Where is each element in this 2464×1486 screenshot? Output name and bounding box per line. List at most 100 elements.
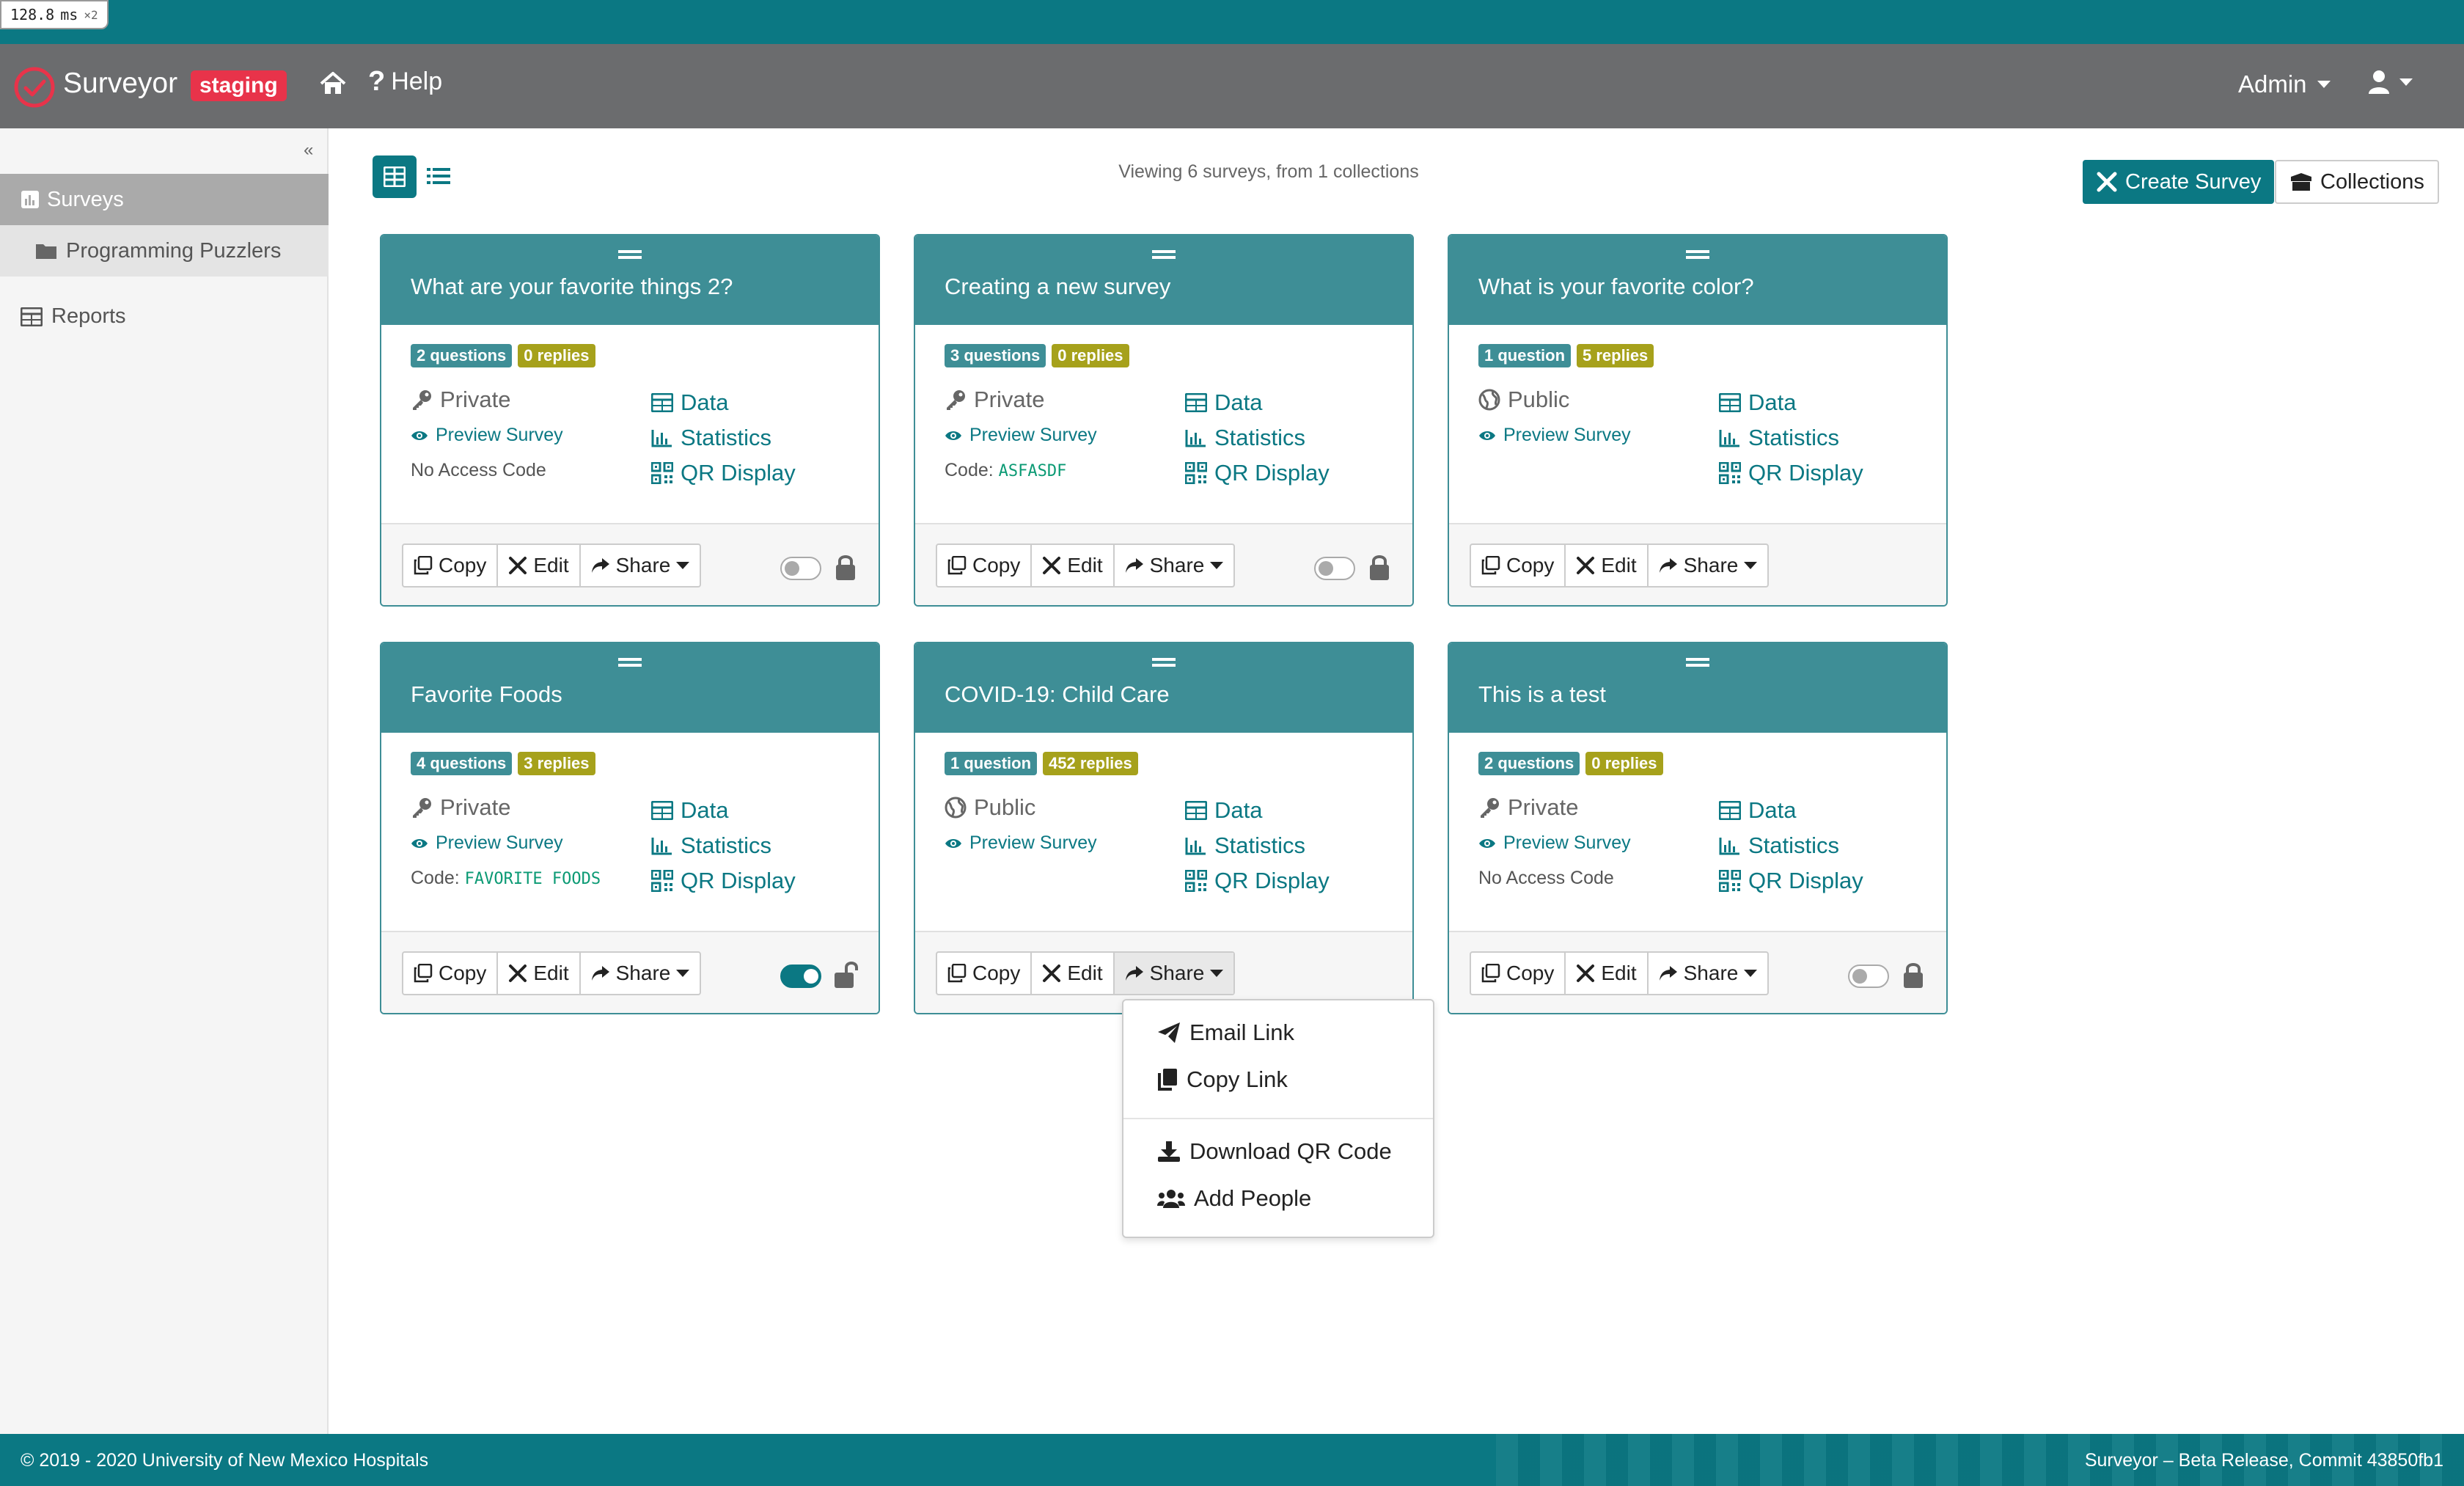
copy-link-item[interactable]: Copy Link <box>1157 1066 1288 1093</box>
card-header[interactable]: Creating a new survey <box>915 235 1412 325</box>
privacy-label: Private <box>440 387 511 412</box>
card-title: COVID-19: Child Care <box>945 681 1170 707</box>
edit-button[interactable]: Edit <box>498 953 581 994</box>
add-people-item[interactable]: Add People <box>1157 1185 1311 1212</box>
publish-toggle[interactable] <box>1314 557 1355 580</box>
sidebar-item-programming-puzzlers[interactable]: Programming Puzzlers <box>0 225 329 277</box>
globe-icon <box>1478 389 1500 411</box>
collections-label: Collections <box>2320 169 2424 194</box>
data-link[interactable]: Data <box>651 385 796 420</box>
share-button[interactable]: Share <box>1649 545 1768 586</box>
copy-button[interactable]: Copy <box>403 545 499 586</box>
table-icon <box>1719 801 1741 820</box>
data-link[interactable]: Data <box>1185 385 1330 420</box>
edit-label: Edit <box>533 962 569 984</box>
statistics-link[interactable]: Statistics <box>1719 420 1863 455</box>
sidebar-collapse-button[interactable]: « <box>304 140 313 161</box>
unlock-icon[interactable] <box>833 960 858 989</box>
preview-survey-link[interactable]: Preview Survey <box>945 425 1097 446</box>
help-icon: ? <box>368 66 386 97</box>
copy-button[interactable]: Copy <box>1471 545 1566 586</box>
card-badges: 3 questions 0 replies <box>945 344 1129 367</box>
drag-handle-icon[interactable] <box>1152 250 1176 259</box>
edit-button[interactable]: Edit <box>1032 953 1115 994</box>
lock-icon[interactable] <box>1367 552 1392 582</box>
brand-name[interactable]: Surveyor <box>63 67 177 100</box>
data-link[interactable]: Data <box>1719 793 1863 828</box>
lock-icon[interactable] <box>833 552 858 582</box>
edit-button[interactable]: Edit <box>1032 545 1115 586</box>
create-survey-button[interactable]: Create Survey <box>2083 160 2275 204</box>
collections-button[interactable]: Collections <box>2275 160 2439 204</box>
edit-button[interactable]: Edit <box>1566 545 1649 586</box>
help-link[interactable]: ? Help <box>368 66 442 98</box>
share-button[interactable]: Share <box>1115 545 1234 586</box>
table-icon <box>1185 801 1207 820</box>
card-header[interactable]: What is your favorite color? <box>1449 235 1946 325</box>
qr-display-link[interactable]: QR Display <box>1719 863 1863 898</box>
data-link[interactable]: Data <box>651 793 796 828</box>
access-code-value: FAVORITE FOODS <box>464 870 601 888</box>
statistics-link[interactable]: Statistics <box>651 828 796 863</box>
drag-handle-icon[interactable] <box>618 658 642 667</box>
statistics-link[interactable]: Statistics <box>651 420 796 455</box>
lock-icon[interactable] <box>1901 960 1926 989</box>
share-button[interactable]: Share <box>581 953 700 994</box>
preview-survey-link[interactable]: Preview Survey <box>411 425 563 446</box>
statistics-link[interactable]: Statistics <box>1185 828 1330 863</box>
list-view-button[interactable] <box>425 163 452 189</box>
card-header[interactable]: COVID-19: Child Care <box>915 643 1412 733</box>
preview-survey-link[interactable]: Preview Survey <box>945 832 1097 854</box>
drag-handle-icon[interactable] <box>618 250 642 259</box>
copy-label: Copy <box>439 962 487 984</box>
sidebar-item-reports[interactable]: Reports <box>21 304 126 329</box>
statistics-link[interactable]: Statistics <box>1185 420 1330 455</box>
copy-button[interactable]: Copy <box>403 953 499 994</box>
edit-button[interactable]: Edit <box>498 545 581 586</box>
edit-button[interactable]: Edit <box>1566 953 1649 994</box>
card-header[interactable]: Favorite Foods <box>381 643 879 733</box>
chevron-down-icon <box>2317 81 2331 88</box>
data-link[interactable]: Data <box>1719 385 1863 420</box>
check-circle-icon[interactable] <box>13 66 56 109</box>
share-icon <box>1659 966 1677 981</box>
privacy-label: Private <box>974 387 1045 412</box>
publish-toggle[interactable] <box>780 965 821 988</box>
survey-card: What are your favorite things 2? 2 quest… <box>380 234 880 607</box>
drag-handle-icon[interactable] <box>1686 250 1709 259</box>
share-icon <box>591 966 609 981</box>
copy-button[interactable]: Copy <box>937 953 1033 994</box>
qr-display-link[interactable]: QR Display <box>1185 455 1330 491</box>
statistics-link[interactable]: Statistics <box>1719 828 1863 863</box>
copy-button[interactable]: Copy <box>937 545 1033 586</box>
copy-button[interactable]: Copy <box>1471 953 1566 994</box>
card-links: Data Statistics QR Display <box>651 385 796 491</box>
email-link-item[interactable]: Email Link <box>1157 1020 1294 1046</box>
share-button[interactable]: Share <box>581 545 700 586</box>
qr-display-link[interactable]: QR Display <box>651 455 796 491</box>
share-button[interactable]: Share <box>1649 953 1768 994</box>
grid-view-button[interactable] <box>373 155 417 198</box>
sidebar-item-surveys[interactable]: Surveys <box>0 174 329 225</box>
qr-display-link[interactable]: QR Display <box>1719 455 1863 491</box>
admin-menu[interactable]: Admin <box>2238 70 2331 98</box>
qr-display-link[interactable]: QR Display <box>1185 863 1330 898</box>
preview-survey-link[interactable]: Preview Survey <box>411 832 563 854</box>
publish-toggle[interactable] <box>780 557 821 580</box>
drag-handle-icon[interactable] <box>1686 658 1709 667</box>
preview-label: Preview Survey <box>1503 425 1631 445</box>
preview-survey-link[interactable]: Preview Survey <box>1478 425 1631 446</box>
card-actions: Copy Edit Share <box>402 543 702 588</box>
qr-display-link[interactable]: QR Display <box>651 863 796 898</box>
preview-survey-link[interactable]: Preview Survey <box>1478 832 1631 854</box>
card-header[interactable]: What are your favorite things 2? <box>381 235 879 325</box>
publish-toggle[interactable] <box>1848 965 1889 988</box>
edit-label: Edit <box>533 554 569 577</box>
user-menu[interactable] <box>2367 69 2413 95</box>
data-link[interactable]: Data <box>1185 793 1330 828</box>
drag-handle-icon[interactable] <box>1152 658 1176 667</box>
download-qr-item[interactable]: Download QR Code <box>1157 1138 1392 1165</box>
home-icon[interactable] <box>318 69 348 98</box>
card-header[interactable]: This is a test <box>1449 643 1946 733</box>
share-button[interactable]: Share <box>1114 953 1234 994</box>
